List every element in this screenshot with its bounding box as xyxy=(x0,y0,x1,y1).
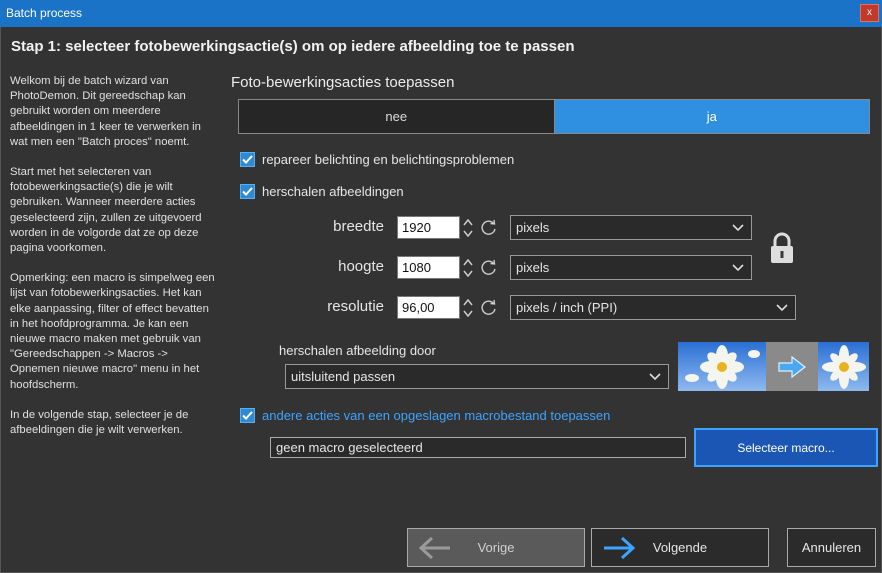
chevron-down-icon xyxy=(732,264,744,272)
checkmark-icon xyxy=(240,408,255,423)
width-label: breedte xyxy=(333,218,384,235)
select-value: uitsluitend passen xyxy=(291,369,396,384)
width-unit-select[interactable]: pixels xyxy=(510,215,752,240)
lock-icon[interactable] xyxy=(769,231,795,265)
height-unit-select[interactable]: pixels xyxy=(510,255,752,280)
resize-checkbox[interactable]: herschalen afbeeldingen xyxy=(240,184,404,199)
width-spinner-icon[interactable] xyxy=(462,216,474,240)
button-label: Vorige xyxy=(477,540,515,555)
page-title: Stap 1: selecteer fotobewerkingsactie(s)… xyxy=(11,38,575,55)
close-button[interactable]: x xyxy=(860,4,879,22)
resolution-input[interactable]: 96,00 xyxy=(397,296,460,319)
flower-result-image xyxy=(818,342,869,391)
resize-preview xyxy=(678,342,869,391)
height-spinner-icon[interactable] xyxy=(462,256,474,280)
select-value: pixels xyxy=(516,220,550,235)
checkbox-label: andere acties van een opgeslagen macrobe… xyxy=(262,408,611,423)
resolution-unit-select[interactable]: pixels / inch (PPI) xyxy=(510,295,796,320)
checkbox-label: repareer belichting en belichtingsproble… xyxy=(262,152,515,167)
arrow-pane xyxy=(766,342,818,391)
help-paragraph: Opmerking: een macro is simpelweg een li… xyxy=(10,272,215,391)
dialog-body: Stap 1: selecteer fotobewerkingsactie(s)… xyxy=(0,27,882,573)
cancel-button[interactable]: Annuleren xyxy=(787,528,876,567)
select-value: pixels xyxy=(516,260,550,275)
arrow-right-icon xyxy=(778,355,806,378)
checkmark-icon xyxy=(240,184,255,199)
height-input[interactable]: 1080 xyxy=(397,256,460,279)
reset-icon[interactable] xyxy=(480,259,498,277)
title-bar: Batch process x xyxy=(0,0,882,27)
height-label: hoogte xyxy=(338,258,384,275)
help-paragraph: Start met het selecteren van fotobewerki… xyxy=(10,166,202,255)
repair-exposure-checkbox[interactable]: repareer belichting en belichtingsproble… xyxy=(240,152,514,167)
help-paragraph: Welkom bij de batch wizard van PhotoDemo… xyxy=(10,75,201,148)
resolution-label: resolutie xyxy=(327,298,384,315)
chevron-down-icon xyxy=(776,304,788,312)
fit-mode-label: herschalen afbeelding door xyxy=(279,343,436,358)
button-label: Annuleren xyxy=(801,540,862,555)
toggle-option-no[interactable]: nee xyxy=(239,100,555,133)
checkbox-label: herschalen afbeeldingen xyxy=(262,184,404,199)
chevron-down-icon xyxy=(732,224,744,232)
toggle-option-yes[interactable]: ja xyxy=(554,100,869,133)
width-input[interactable]: 1920 xyxy=(397,216,460,239)
help-paragraph: In de volgende stap, selecteer je de afb… xyxy=(10,408,189,437)
fit-mode-select[interactable]: uitsluitend passen xyxy=(285,364,669,389)
reset-icon[interactable] xyxy=(480,219,498,237)
previous-button[interactable]: Vorige xyxy=(407,528,585,567)
next-button[interactable]: Volgende xyxy=(591,528,769,567)
chevron-down-icon xyxy=(649,373,661,381)
section-title: Foto-bewerkingsacties toepassen xyxy=(231,74,455,91)
resolution-spinner-icon[interactable] xyxy=(462,296,474,320)
button-label: Volgende xyxy=(652,540,708,555)
window-title: Batch process xyxy=(6,6,83,20)
help-text: Welkom bij de batch wizard van PhotoDemo… xyxy=(10,74,215,453)
select-macro-button[interactable]: Selecteer macro... xyxy=(694,428,878,467)
macro-checkbox[interactable]: andere acties van een opgeslagen macrobe… xyxy=(240,408,610,423)
select-value: pixels / inch (PPI) xyxy=(516,300,618,315)
checkmark-icon xyxy=(240,152,255,167)
reset-icon[interactable] xyxy=(480,299,498,317)
apply-actions-toggle: nee ja xyxy=(238,99,870,134)
macro-file-field[interactable]: geen macro geselecteerd xyxy=(270,437,686,458)
flower-preview-image xyxy=(678,342,766,391)
